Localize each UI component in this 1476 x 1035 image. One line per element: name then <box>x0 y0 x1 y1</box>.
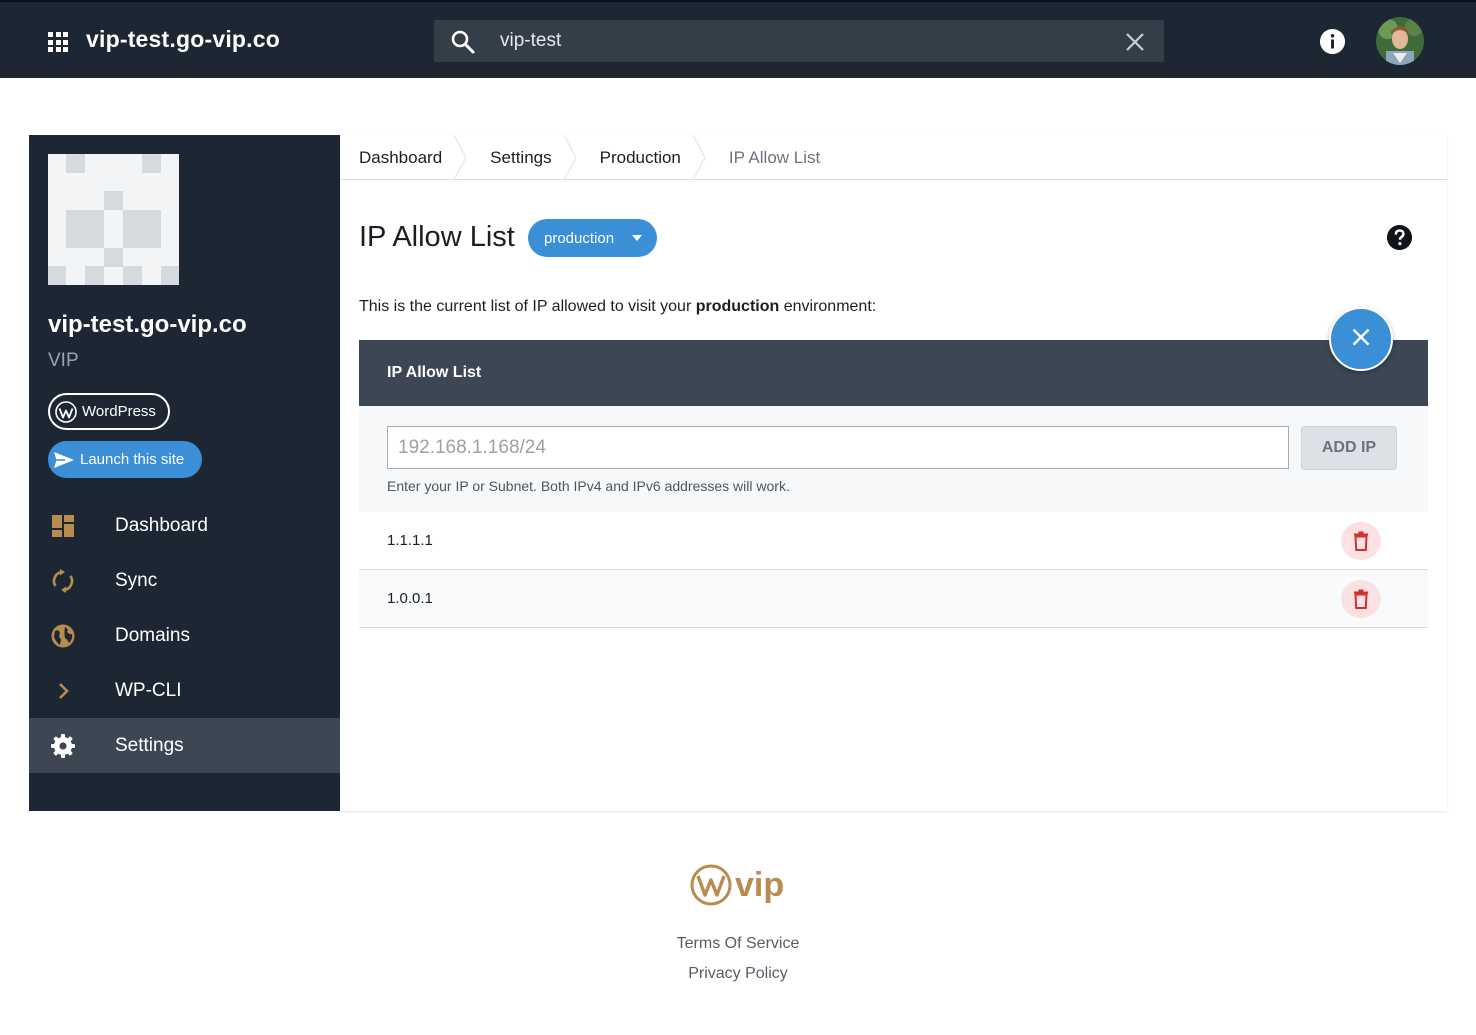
breadcrumb-separator-icon <box>563 135 576 180</box>
sidebar-nav: Dashboard Sync Domains WP-CLI Settings <box>29 498 340 773</box>
sidebar-item-domains[interactable]: Domains <box>29 608 340 663</box>
intro-environment: production <box>695 298 780 315</box>
help-icon[interactable] <box>1387 225 1412 250</box>
search-icon <box>451 30 475 54</box>
sidebar-item-label: Settings <box>115 734 184 756</box>
sidebar: vip-test.go-vip.co VIP WordPress Launch … <box>29 135 340 811</box>
logo-text: vip <box>735 866 784 904</box>
privacy-link[interactable]: Privacy Policy <box>0 965 1476 983</box>
ip-value: 1.0.0.1 <box>387 590 433 607</box>
environment-label: production <box>544 229 615 247</box>
chevron-right-icon <box>59 683 69 699</box>
sidebar-item-label: Domains <box>115 624 190 646</box>
breadcrumb-label: Settings <box>490 147 552 167</box>
clear-icon[interactable] <box>1124 31 1146 53</box>
add-ip-button[interactable]: ADD IP <box>1301 426 1397 470</box>
table-row: 1.0.0.1 <box>359 570 1428 628</box>
platform-badge[interactable]: WordPress <box>48 393 170 430</box>
site-thumbnail <box>48 154 179 285</box>
launch-label: Launch this site <box>80 451 185 468</box>
sidebar-item-wp-cli[interactable]: WP-CLI <box>29 663 340 718</box>
trash-icon <box>1354 531 1368 551</box>
table-row: 1.1.1.1 <box>359 512 1428 570</box>
ip-allow-list-card: IP Allow List ADD IP Enter your IP or Su… <box>359 307 1428 628</box>
page-title: IP Allow List <box>359 221 515 253</box>
breadcrumb-current: IP Allow List <box>729 135 820 180</box>
trash-icon <box>1354 589 1368 609</box>
breadcrumb-label: Production <box>599 147 681 167</box>
app-title[interactable]: vip-test.go-vip.co <box>86 26 280 53</box>
search-input[interactable] <box>500 20 1100 62</box>
launch-site-button[interactable]: Launch this site <box>48 441 202 478</box>
globe-icon <box>51 624 75 648</box>
sidebar-item-label: Sync <box>115 569 158 591</box>
close-icon <box>1352 328 1370 346</box>
sidebar-item-label: Dashboard <box>115 514 208 536</box>
breadcrumb-settings[interactable]: Settings <box>490 135 599 180</box>
apps-icon[interactable] <box>48 32 68 52</box>
breadcrumb-production[interactable]: Production <box>600 135 729 180</box>
helper-text: Enter your IP or Subnet. Both IPv4 and I… <box>387 478 790 494</box>
avatar[interactable] <box>1376 17 1424 65</box>
platform-label: WordPress <box>82 403 156 420</box>
sidebar-item-label: WP-CLI <box>115 679 182 701</box>
sidebar-item-settings[interactable]: Settings <box>29 718 340 773</box>
gear-icon <box>51 734 75 758</box>
site-tier: VIP <box>48 350 79 371</box>
sync-icon <box>52 569 74 593</box>
breadcrumb-separator-icon <box>692 135 705 180</box>
sidebar-item-sync[interactable]: Sync <box>29 553 340 608</box>
breadcrumb-label: IP Allow List <box>728 147 821 167</box>
breadcrumb: Dashboard Settings Production IP Allow L… <box>340 135 1447 180</box>
top-bar: vip-test.go-vip.co <box>0 0 1476 78</box>
info-icon[interactable] <box>1320 29 1345 54</box>
intro-text: This is the current list of IP allowed t… <box>359 298 876 316</box>
sidebar-item-dashboard[interactable]: Dashboard <box>29 498 340 553</box>
main-panel: Dashboard Settings Production IP Allow L… <box>340 135 1447 811</box>
ip-input[interactable] <box>387 426 1289 469</box>
site-name: vip-test.go-vip.co <box>48 311 247 338</box>
delete-ip-button[interactable] <box>1341 522 1381 560</box>
breadcrumb-label: Dashboard <box>359 147 443 167</box>
intro-suffix: environment: <box>779 298 877 315</box>
intro-prefix: This is the current list of IP allowed t… <box>359 298 696 315</box>
search-bar[interactable] <box>434 20 1164 62</box>
breadcrumb-dashboard[interactable]: Dashboard <box>340 135 490 180</box>
dashboard-icon <box>52 515 74 537</box>
send-icon <box>54 451 74 468</box>
wordpress-icon <box>55 400 77 423</box>
close-form-button[interactable] <box>1329 307 1393 371</box>
caret-down-icon <box>632 235 642 241</box>
terms-link[interactable]: Terms Of Service <box>0 935 1476 953</box>
list-header: IP Allow List <box>359 340 1428 406</box>
environment-dropdown[interactable]: production <box>528 219 657 257</box>
vip-logo: vip <box>690 864 784 906</box>
add-ip-section: ADD IP Enter your IP or Subnet. Both IPv… <box>359 406 1428 512</box>
delete-ip-button[interactable] <box>1341 580 1381 618</box>
breadcrumb-separator-icon <box>454 135 467 180</box>
ip-value: 1.1.1.1 <box>387 532 433 549</box>
